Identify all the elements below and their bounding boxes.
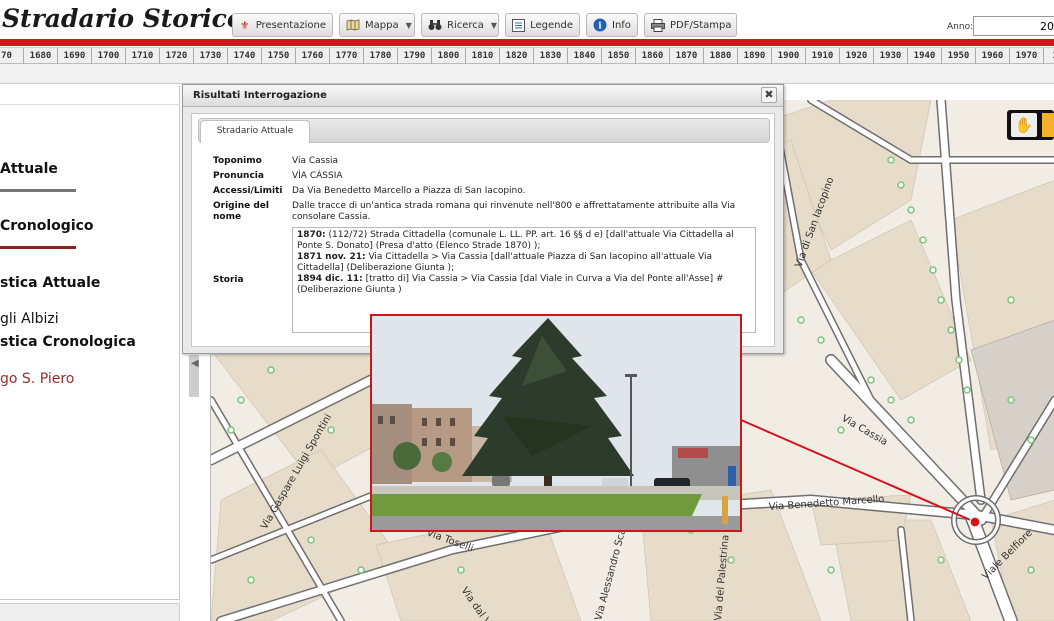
timeline-year[interactable]: 1820 — [500, 48, 534, 64]
timeline-year[interactable]: 1860 — [636, 48, 670, 64]
timeline-year[interactable]: 1760 — [296, 48, 330, 64]
storia-entry: 1870: (112/72) Strada Cittadella (comuna… — [297, 230, 734, 251]
tab-stradario-attuale[interactable]: Stradario Attuale — [200, 120, 310, 143]
timeline-year[interactable]: 1810 — [466, 48, 500, 64]
close-icon[interactable]: ✖ — [761, 87, 777, 103]
timeline-year[interactable]: 1840 — [568, 48, 602, 64]
toponimo-value: Via Cassia — [292, 156, 339, 166]
origine-label-2: nome — [213, 212, 242, 222]
timeline-year[interactable]: 1800 — [432, 48, 466, 64]
pdf-stampa-button[interactable]: PDF/Stampa — [644, 13, 737, 37]
collapse-left-icon[interactable]: ◀ — [191, 358, 199, 369]
mappa-button[interactable]: Mappa ▼ — [339, 13, 415, 37]
info-label: Info — [612, 19, 631, 31]
timeline-year[interactable]: 1930 — [874, 48, 908, 64]
svg-text:i: i — [598, 22, 602, 32]
timeline-year[interactable]: 1940 — [908, 48, 942, 64]
timeline-year[interactable]: 1680 — [24, 48, 58, 64]
sidebar-separator — [0, 189, 76, 192]
sidebar-link-san-piero[interactable]: go S. Piero — [0, 371, 74, 387]
sub-toolbar — [0, 64, 1054, 84]
ricerca-label: Ricerca — [447, 19, 484, 31]
main-toolbar: ⚜ Presentazione Mappa ▼ Ricerca ▼ Legend… — [232, 13, 737, 37]
timeline-year[interactable]: 1920 — [840, 48, 874, 64]
timeline-year[interactable]: 1890 — [738, 48, 772, 64]
sidebar-item-albizi[interactable]: gli Albizi — [0, 311, 59, 327]
sidebar-panel: Attuale Cronologico stica Attuale gli Al… — [0, 86, 180, 600]
info-button[interactable]: i Info — [586, 13, 638, 37]
dialog-title: Risultati Interrogazione — [193, 90, 327, 101]
origine-label: Origine del — [213, 201, 269, 211]
timeline-year[interactable]: 1710 — [126, 48, 160, 64]
fleur-de-lis-icon: ⚜ — [239, 18, 250, 32]
ricerca-button[interactable]: Ricerca ▼ — [421, 13, 499, 37]
timeline-year[interactable]: 1740 — [228, 48, 262, 64]
timeline-year[interactable]: 1960 — [976, 48, 1010, 64]
timeline-year[interactable]: 1950 — [942, 48, 976, 64]
sidebar-divider — [0, 104, 180, 105]
timeline-year[interactable]: 1790 — [398, 48, 432, 64]
timeline-year[interactable]: 198 — [1044, 48, 1054, 64]
timeline-year[interactable]: 1850 — [602, 48, 636, 64]
sidebar-footer — [0, 603, 180, 621]
timeline-year[interactable]: 1910 — [806, 48, 840, 64]
year-timeline: 70 1680 1690 1700 1710 1720 1730 1740 17… — [0, 47, 1054, 64]
timeline-year[interactable]: 1720 — [160, 48, 194, 64]
timeline-year[interactable]: 1780 — [364, 48, 398, 64]
dialog-body: Stradario Attuale Toponimo Via Cassia Pr… — [191, 113, 775, 347]
storia-entry: 1894 dic. 11: [tratto di] Via Cassia > V… — [297, 274, 724, 295]
timeline-year[interactable]: 1970 — [1010, 48, 1044, 64]
app-title: Stradario Storico — [2, 4, 244, 33]
accessi-label: Accessi/Limiti — [213, 186, 283, 196]
timeline-year[interactable]: 1880 — [704, 48, 738, 64]
binoculars-icon — [428, 18, 442, 32]
pronuncia-label: Pronuncia — [213, 171, 264, 181]
storia-label: Storia — [213, 275, 244, 285]
presentazione-button[interactable]: ⚜ Presentazione — [232, 13, 333, 37]
mappa-label: Mappa — [365, 19, 399, 31]
chevron-down-icon: ▼ — [405, 20, 412, 30]
year-input[interactable] — [973, 16, 1054, 36]
timeline-year[interactable]: 1750 — [262, 48, 296, 64]
sidebar-heading-toponomastica-attuale[interactable]: stica Attuale — [0, 275, 100, 291]
year-label: Anno: — [947, 22, 974, 32]
legende-button[interactable]: Legende — [505, 13, 580, 37]
chevron-down-icon: ▼ — [490, 20, 498, 30]
timeline-year[interactable]: 1900 — [772, 48, 806, 64]
sidebar-heading-cronologico[interactable]: Cronologico — [0, 218, 94, 234]
legende-label: Legende — [530, 19, 573, 31]
timeline-year[interactable]: 1770 — [330, 48, 364, 64]
pronuncia-value: VÌA CÀSSIA — [292, 171, 343, 181]
legend-icon — [512, 18, 526, 32]
presentazione-label: Presentazione — [255, 19, 326, 31]
sidebar-separator — [0, 246, 76, 249]
timeline-year[interactable]: 70 — [0, 48, 24, 64]
tool-button-yellow[interactable] — [1042, 113, 1054, 137]
sidebar-heading-attuale[interactable]: Attuale — [0, 161, 58, 177]
pdf-stampa-label: PDF/Stampa — [670, 19, 732, 31]
street-photo-image — [372, 316, 740, 530]
street-photo[interactable] — [370, 314, 742, 532]
timeline-year[interactable]: 1730 — [194, 48, 228, 64]
header-divider — [0, 39, 1054, 46]
timeline-year[interactable]: 1830 — [534, 48, 568, 64]
accessi-value: Da Via Benedetto Marcello a Piazza di Sa… — [292, 186, 526, 196]
dialog-titlebar[interactable]: Risultati Interrogazione ✖ — [183, 85, 783, 107]
sidebar-heading-toponomastica-cronologica[interactable]: stica Cronologica — [0, 334, 136, 350]
timeline-year[interactable]: 1870 — [670, 48, 704, 64]
app-header: Stradario Storico ⚜ Presentazione Mappa … — [0, 0, 1054, 40]
storia-entry: 1871 nov. 21: Via Cittadella > Via Cassi… — [297, 252, 712, 273]
toponimo-label: Toponimo — [213, 156, 262, 166]
origine-value: Dalle tracce di un'antica strada romana … — [292, 201, 736, 222]
timeline-year[interactable]: 1690 — [58, 48, 92, 64]
printer-icon — [651, 18, 665, 32]
map-icon — [346, 18, 360, 32]
hand-icon[interactable]: ✋ — [1011, 113, 1037, 137]
timeline-year[interactable]: 1700 — [92, 48, 126, 64]
info-icon: i — [593, 18, 607, 32]
